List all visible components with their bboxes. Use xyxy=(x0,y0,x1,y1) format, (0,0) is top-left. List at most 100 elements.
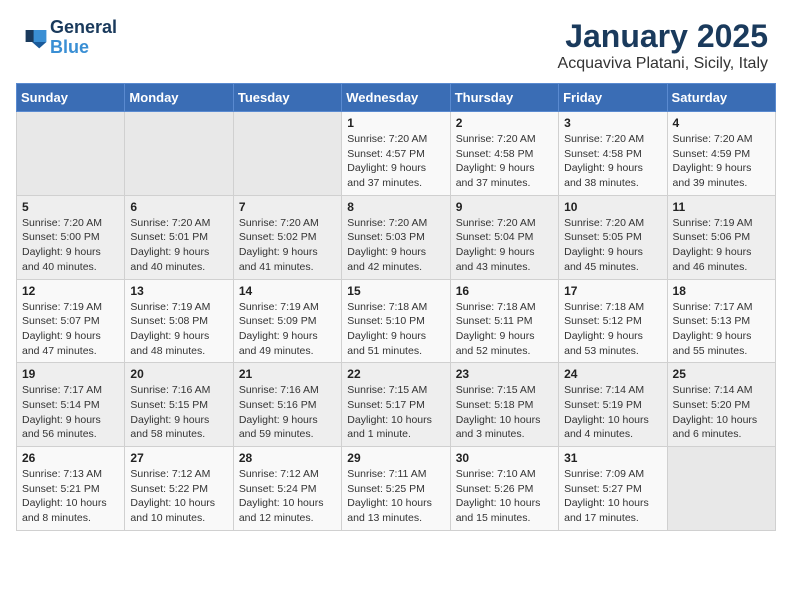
day-detail: Sunrise: 7:20 AM Sunset: 5:01 PM Dayligh… xyxy=(130,216,227,275)
day-number: 14 xyxy=(239,284,336,298)
title-section: January 2025 Acquaviva Platani, Sicily, … xyxy=(558,18,768,73)
day-detail: Sunrise: 7:19 AM Sunset: 5:06 PM Dayligh… xyxy=(673,216,770,275)
calendar-cell: 10Sunrise: 7:20 AM Sunset: 5:05 PM Dayli… xyxy=(559,195,667,279)
calendar-cell: 7 Sunrise: 7:20 AM Sunset: 5:02 PM Daylig… xyxy=(233,195,341,279)
day-number: 27 xyxy=(130,451,227,465)
calendar-cell: 27 Sunrise: 7:12 AM Sunset: 5:22 PM Dayli… xyxy=(125,447,233,531)
calendar-cell: 13 Sunrise: 7:19 AM Sunset: 5:08 PM Dayli… xyxy=(125,279,233,363)
calendar-week-2: 5Sunrise: 7:20 AM Sunset: 5:00 PM Daylig… xyxy=(17,195,776,279)
day-detail: Sunrise: 7:15 AM Sunset: 5:18 PM Dayligh… xyxy=(456,383,553,442)
day-number: 25 xyxy=(673,367,770,381)
calendar-cell xyxy=(667,447,775,531)
day-detail: Sunrise: 7:12 AM Sunset: 5:22 PM Dayligh… xyxy=(130,467,227,526)
calendar-cell: 8 Sunrise: 7:20 AM Sunset: 5:03 PM Daylig… xyxy=(342,195,450,279)
day-detail: Sunrise: 7:20 AM Sunset: 5:02 PM Dayligh… xyxy=(239,216,336,275)
day-number: 15 xyxy=(347,284,444,298)
day-detail: Sunrise: 7:17 AM Sunset: 5:13 PM Dayligh… xyxy=(673,300,770,359)
day-number: 3 xyxy=(564,116,661,130)
day-number: 11 xyxy=(673,200,770,214)
day-number: 9 xyxy=(456,200,553,214)
day-number: 19 xyxy=(22,367,119,381)
calendar-cell: 19 Sunrise: 7:17 AM Sunset: 5:14 PM Dayli… xyxy=(17,363,125,447)
day-number: 17 xyxy=(564,284,661,298)
day-detail: Sunrise: 7:20 AM Sunset: 4:59 PM Dayligh… xyxy=(673,132,770,191)
col-tuesday: Tuesday xyxy=(233,84,341,112)
day-detail: Sunrise: 7:14 AM Sunset: 5:19 PM Dayligh… xyxy=(564,383,661,442)
calendar-cell: 31 Sunrise: 7:09 AM Sunset: 5:27 PM Dayli… xyxy=(559,447,667,531)
col-thursday: Thursday xyxy=(450,84,558,112)
day-number: 1 xyxy=(347,116,444,130)
calendar-cell xyxy=(125,112,233,196)
calendar-cell: 25 Sunrise: 7:14 AM Sunset: 5:20 PM Dayli… xyxy=(667,363,775,447)
day-detail: Sunrise: 7:20 AM Sunset: 4:58 PM Dayligh… xyxy=(564,132,661,191)
calendar-cell xyxy=(233,112,341,196)
day-number: 16 xyxy=(456,284,553,298)
calendar-cell: 6 Sunrise: 7:20 AM Sunset: 5:01 PM Daylig… xyxy=(125,195,233,279)
day-detail: Sunrise: 7:12 AM Sunset: 5:24 PM Dayligh… xyxy=(239,467,336,526)
day-detail: Sunrise: 7:20 AM Sunset: 4:58 PM Dayligh… xyxy=(456,132,553,191)
day-detail: Sunrise: 7:20 AM Sunset: 5:05 PM Dayligh… xyxy=(564,216,661,275)
calendar-cell: 30 Sunrise: 7:10 AM Sunset: 5:26 PM Dayli… xyxy=(450,447,558,531)
calendar-week-3: 12 Sunrise: 7:19 AM Sunset: 5:07 PM Dayli… xyxy=(17,279,776,363)
day-number: 30 xyxy=(456,451,553,465)
day-number: 13 xyxy=(130,284,227,298)
day-detail: Sunrise: 7:15 AM Sunset: 5:17 PM Dayligh… xyxy=(347,383,444,442)
logo: General Blue xyxy=(24,18,117,58)
logo-line2: Blue xyxy=(50,38,117,58)
col-friday: Friday xyxy=(559,84,667,112)
calendar-cell: 15 Sunrise: 7:18 AM Sunset: 5:10 PM Dayli… xyxy=(342,279,450,363)
day-detail: Sunrise: 7:09 AM Sunset: 5:27 PM Dayligh… xyxy=(564,467,661,526)
day-detail: Sunrise: 7:20 AM Sunset: 5:03 PM Dayligh… xyxy=(347,216,444,275)
calendar-week-5: 26 Sunrise: 7:13 AM Sunset: 5:21 PM Dayli… xyxy=(17,447,776,531)
day-detail: Sunrise: 7:10 AM Sunset: 5:26 PM Dayligh… xyxy=(456,467,553,526)
day-number: 20 xyxy=(130,367,227,381)
day-number: 2 xyxy=(456,116,553,130)
calendar-cell: 4 Sunrise: 7:20 AM Sunset: 4:59 PM Daylig… xyxy=(667,112,775,196)
day-detail: Sunrise: 7:11 AM Sunset: 5:25 PM Dayligh… xyxy=(347,467,444,526)
day-number: 12 xyxy=(22,284,119,298)
day-detail: Sunrise: 7:19 AM Sunset: 5:08 PM Dayligh… xyxy=(130,300,227,359)
day-number: 23 xyxy=(456,367,553,381)
header-row: Sunday Monday Tuesday Wednesday Thursday… xyxy=(17,84,776,112)
calendar-cell: 3 Sunrise: 7:20 AM Sunset: 4:58 PM Daylig… xyxy=(559,112,667,196)
day-detail: Sunrise: 7:18 AM Sunset: 5:10 PM Dayligh… xyxy=(347,300,444,359)
calendar-cell: 12 Sunrise: 7:19 AM Sunset: 5:07 PM Dayli… xyxy=(17,279,125,363)
day-detail: Sunrise: 7:19 AM Sunset: 5:07 PM Dayligh… xyxy=(22,300,119,359)
main-title: January 2025 xyxy=(558,18,768,55)
calendar-cell: 17 Sunrise: 7:18 AM Sunset: 5:12 PM Dayli… xyxy=(559,279,667,363)
location-subtitle: Acquaviva Platani, Sicily, Italy xyxy=(558,55,768,73)
logo-line1: General xyxy=(50,18,117,38)
calendar-cell: 24Sunrise: 7:14 AM Sunset: 5:19 PM Dayli… xyxy=(559,363,667,447)
calendar-header: Sunday Monday Tuesday Wednesday Thursday… xyxy=(17,84,776,112)
day-number: 7 xyxy=(239,200,336,214)
day-detail: Sunrise: 7:16 AM Sunset: 5:15 PM Dayligh… xyxy=(130,383,227,442)
calendar-cell: 22Sunrise: 7:15 AM Sunset: 5:17 PM Dayli… xyxy=(342,363,450,447)
day-number: 6 xyxy=(130,200,227,214)
calendar-cell: 11 Sunrise: 7:19 AM Sunset: 5:06 PM Dayli… xyxy=(667,195,775,279)
calendar-cell: 14Sunrise: 7:19 AM Sunset: 5:09 PM Dayli… xyxy=(233,279,341,363)
calendar-wrapper: Sunday Monday Tuesday Wednesday Thursday… xyxy=(0,83,792,539)
calendar-cell xyxy=(17,112,125,196)
day-number: 21 xyxy=(239,367,336,381)
calendar-week-1: 1Sunrise: 7:20 AM Sunset: 4:57 PM Daylig… xyxy=(17,112,776,196)
calendar-body: 1Sunrise: 7:20 AM Sunset: 4:57 PM Daylig… xyxy=(17,112,776,531)
calendar-cell: 29Sunrise: 7:11 AM Sunset: 5:25 PM Dayli… xyxy=(342,447,450,531)
day-detail: Sunrise: 7:18 AM Sunset: 5:11 PM Dayligh… xyxy=(456,300,553,359)
day-detail: Sunrise: 7:13 AM Sunset: 5:21 PM Dayligh… xyxy=(22,467,119,526)
calendar-cell: 21Sunrise: 7:16 AM Sunset: 5:16 PM Dayli… xyxy=(233,363,341,447)
day-number: 26 xyxy=(22,451,119,465)
day-detail: Sunrise: 7:18 AM Sunset: 5:12 PM Dayligh… xyxy=(564,300,661,359)
day-number: 4 xyxy=(673,116,770,130)
calendar-cell: 9 Sunrise: 7:20 AM Sunset: 5:04 PM Daylig… xyxy=(450,195,558,279)
day-number: 8 xyxy=(347,200,444,214)
day-detail: Sunrise: 7:20 AM Sunset: 5:04 PM Dayligh… xyxy=(456,216,553,275)
calendar-cell: 20 Sunrise: 7:16 AM Sunset: 5:15 PM Dayli… xyxy=(125,363,233,447)
calendar-cell: 26 Sunrise: 7:13 AM Sunset: 5:21 PM Dayli… xyxy=(17,447,125,531)
calendar-week-4: 19 Sunrise: 7:17 AM Sunset: 5:14 PM Dayli… xyxy=(17,363,776,447)
logo-text: General Blue xyxy=(50,18,117,58)
day-number: 31 xyxy=(564,451,661,465)
calendar-cell: 18Sunrise: 7:17 AM Sunset: 5:13 PM Dayli… xyxy=(667,279,775,363)
col-wednesday: Wednesday xyxy=(342,84,450,112)
day-detail: Sunrise: 7:17 AM Sunset: 5:14 PM Dayligh… xyxy=(22,383,119,442)
day-detail: Sunrise: 7:14 AM Sunset: 5:20 PM Dayligh… xyxy=(673,383,770,442)
